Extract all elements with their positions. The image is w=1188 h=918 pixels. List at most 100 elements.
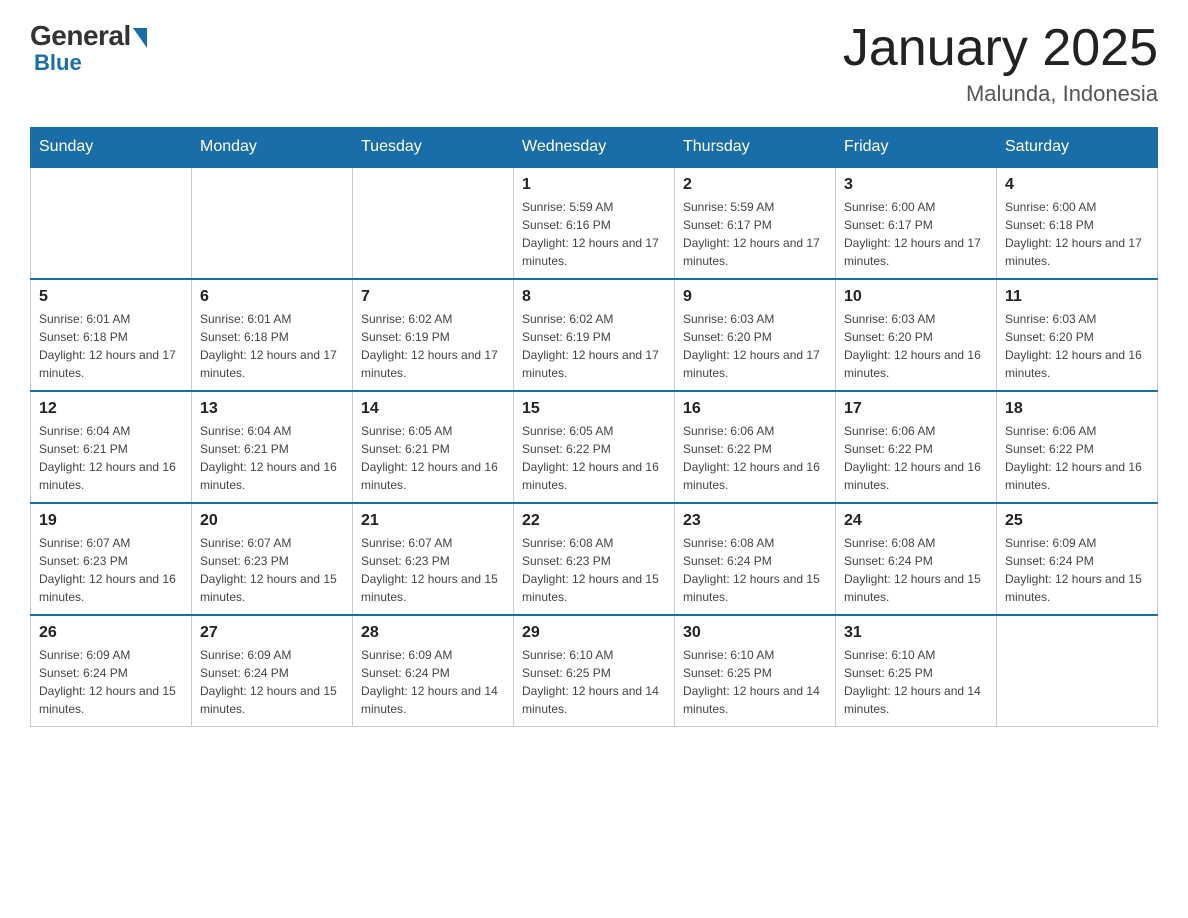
logo-blue-text: Blue [34, 50, 82, 76]
calendar-cell: 28 Sunrise: 6:09 AMSunset: 6:24 PMDayligh… [353, 615, 514, 727]
day-number: 3 [844, 176, 988, 194]
calendar-cell: 26 Sunrise: 6:09 AMSunset: 6:24 PMDayligh… [31, 615, 192, 727]
calendar-cell: 21 Sunrise: 6:07 AMSunset: 6:23 PMDayligh… [353, 503, 514, 615]
day-info: Sunrise: 6:03 AMSunset: 6:20 PMDaylight:… [844, 310, 988, 382]
day-number: 27 [200, 624, 344, 642]
title-block: January 2025 Malunda, Indonesia [843, 20, 1158, 107]
day-number: 1 [522, 176, 666, 194]
day-info: Sunrise: 6:09 AMSunset: 6:24 PMDaylight:… [1005, 534, 1149, 606]
day-number: 18 [1005, 400, 1149, 418]
calendar-cell: 24 Sunrise: 6:08 AMSunset: 6:24 PMDayligh… [836, 503, 997, 615]
day-info: Sunrise: 6:06 AMSunset: 6:22 PMDaylight:… [1005, 422, 1149, 494]
calendar-cell: 12 Sunrise: 6:04 AMSunset: 6:21 PMDayligh… [31, 391, 192, 503]
day-number: 25 [1005, 512, 1149, 530]
day-info: Sunrise: 6:03 AMSunset: 6:20 PMDaylight:… [1005, 310, 1149, 382]
day-number: 26 [39, 624, 183, 642]
calendar-week-row: 26 Sunrise: 6:09 AMSunset: 6:24 PMDayligh… [31, 615, 1158, 727]
calendar-cell [997, 615, 1158, 727]
day-info: Sunrise: 6:08 AMSunset: 6:24 PMDaylight:… [683, 534, 827, 606]
weekday-header-wednesday: Wednesday [514, 128, 675, 168]
day-number: 2 [683, 176, 827, 194]
calendar-cell: 18 Sunrise: 6:06 AMSunset: 6:22 PMDayligh… [997, 391, 1158, 503]
day-info: Sunrise: 6:04 AMSunset: 6:21 PMDaylight:… [39, 422, 183, 494]
day-info: Sunrise: 6:09 AMSunset: 6:24 PMDaylight:… [361, 646, 505, 718]
calendar-cell: 9Sunrise: 6:03 AMSunset: 6:20 PMDaylight… [675, 279, 836, 391]
calendar-cell: 25 Sunrise: 6:09 AMSunset: 6:24 PMDayligh… [997, 503, 1158, 615]
logo-general-text: General [30, 20, 131, 52]
day-number: 14 [361, 400, 505, 418]
day-info: Sunrise: 6:07 AMSunset: 6:23 PMDaylight:… [39, 534, 183, 606]
calendar-cell: 27 Sunrise: 6:09 AMSunset: 6:24 PMDayligh… [192, 615, 353, 727]
day-info: Sunrise: 6:08 AMSunset: 6:24 PMDaylight:… [844, 534, 988, 606]
day-number: 21 [361, 512, 505, 530]
day-number: 15 [522, 400, 666, 418]
day-info: Sunrise: 6:01 AMSunset: 6:18 PMDaylight:… [39, 310, 183, 382]
calendar-week-row: 19 Sunrise: 6:07 AMSunset: 6:23 PMDayligh… [31, 503, 1158, 615]
day-number: 10 [844, 288, 988, 306]
weekday-header-thursday: Thursday [675, 128, 836, 168]
calendar-cell: 29Sunrise: 6:10 AMSunset: 6:25 PMDayligh… [514, 615, 675, 727]
day-info: Sunrise: 6:08 AMSunset: 6:23 PMDaylight:… [522, 534, 666, 606]
day-info: Sunrise: 6:01 AMSunset: 6:18 PMDaylight:… [200, 310, 344, 382]
day-number: 8 [522, 288, 666, 306]
day-info: Sunrise: 6:00 AMSunset: 6:18 PMDaylight:… [1005, 198, 1149, 270]
calendar-cell [31, 167, 192, 279]
day-number: 16 [683, 400, 827, 418]
day-number: 28 [361, 624, 505, 642]
day-info: Sunrise: 6:02 AMSunset: 6:19 PMDaylight:… [361, 310, 505, 382]
day-info: Sunrise: 6:09 AMSunset: 6:24 PMDaylight:… [39, 646, 183, 718]
month-title: January 2025 [843, 20, 1158, 77]
day-number: 11 [1005, 288, 1149, 306]
day-number: 6 [200, 288, 344, 306]
day-number: 19 [39, 512, 183, 530]
day-number: 20 [200, 512, 344, 530]
day-number: 24 [844, 512, 988, 530]
page-header: General Blue January 2025 Malunda, Indon… [30, 20, 1158, 107]
calendar-week-row: 1 Sunrise: 5:59 AMSunset: 6:16 PMDaylight… [31, 167, 1158, 279]
day-info: Sunrise: 6:00 AMSunset: 6:17 PMDaylight:… [844, 198, 988, 270]
day-number: 7 [361, 288, 505, 306]
calendar-cell: 31Sunrise: 6:10 AMSunset: 6:25 PMDayligh… [836, 615, 997, 727]
day-number: 17 [844, 400, 988, 418]
calendar-cell: 13Sunrise: 6:04 AMSunset: 6:21 PMDayligh… [192, 391, 353, 503]
day-number: 31 [844, 624, 988, 642]
calendar-cell: 4 Sunrise: 6:00 AMSunset: 6:18 PMDaylight… [997, 167, 1158, 279]
logo-triangle-icon [133, 28, 147, 48]
day-number: 12 [39, 400, 183, 418]
day-info: Sunrise: 6:07 AMSunset: 6:23 PMDaylight:… [361, 534, 505, 606]
calendar-cell: 15 Sunrise: 6:05 AMSunset: 6:22 PMDayligh… [514, 391, 675, 503]
calendar-week-row: 12 Sunrise: 6:04 AMSunset: 6:21 PMDayligh… [31, 391, 1158, 503]
day-number: 30 [683, 624, 827, 642]
calendar-cell: 17Sunrise: 6:06 AMSunset: 6:22 PMDayligh… [836, 391, 997, 503]
day-info: Sunrise: 6:10 AMSunset: 6:25 PMDaylight:… [683, 646, 827, 718]
calendar-cell: 1 Sunrise: 5:59 AMSunset: 6:16 PMDaylight… [514, 167, 675, 279]
weekday-header-friday: Friday [836, 128, 997, 168]
day-info: Sunrise: 5:59 AMSunset: 6:16 PMDaylight:… [522, 198, 666, 270]
calendar-cell: 16Sunrise: 6:06 AMSunset: 6:22 PMDayligh… [675, 391, 836, 503]
day-number: 23 [683, 512, 827, 530]
calendar-cell: 23 Sunrise: 6:08 AMSunset: 6:24 PMDayligh… [675, 503, 836, 615]
calendar-cell: 30 Sunrise: 6:10 AMSunset: 6:25 PMDayligh… [675, 615, 836, 727]
day-number: 4 [1005, 176, 1149, 194]
day-number: 13 [200, 400, 344, 418]
day-number: 5 [39, 288, 183, 306]
logo: General Blue [30, 20, 147, 76]
calendar-table: SundayMondayTuesdayWednesdayThursdayFrid… [30, 127, 1158, 727]
day-info: Sunrise: 6:09 AMSunset: 6:24 PMDaylight:… [200, 646, 344, 718]
day-info: Sunrise: 6:05 AMSunset: 6:22 PMDaylight:… [522, 422, 666, 494]
day-info: Sunrise: 6:10 AMSunset: 6:25 PMDaylight:… [522, 646, 666, 718]
calendar-cell: 14 Sunrise: 6:05 AMSunset: 6:21 PMDayligh… [353, 391, 514, 503]
calendar-cell: 10 Sunrise: 6:03 AMSunset: 6:20 PMDayligh… [836, 279, 997, 391]
day-info: Sunrise: 5:59 AMSunset: 6:17 PMDaylight:… [683, 198, 827, 270]
calendar-cell: 6 Sunrise: 6:01 AMSunset: 6:18 PMDaylight… [192, 279, 353, 391]
weekday-header-saturday: Saturday [997, 128, 1158, 168]
day-info: Sunrise: 6:05 AMSunset: 6:21 PMDaylight:… [361, 422, 505, 494]
weekday-header-row: SundayMondayTuesdayWednesdayThursdayFrid… [31, 128, 1158, 168]
calendar-cell: 11 Sunrise: 6:03 AMSunset: 6:20 PMDayligh… [997, 279, 1158, 391]
location-text: Malunda, Indonesia [843, 81, 1158, 107]
day-info: Sunrise: 6:02 AMSunset: 6:19 PMDaylight:… [522, 310, 666, 382]
weekday-header-sunday: Sunday [31, 128, 192, 168]
day-info: Sunrise: 6:03 AMSunset: 6:20 PMDaylight:… [683, 310, 827, 382]
calendar-cell [353, 167, 514, 279]
calendar-week-row: 5 Sunrise: 6:01 AMSunset: 6:18 PMDaylight… [31, 279, 1158, 391]
